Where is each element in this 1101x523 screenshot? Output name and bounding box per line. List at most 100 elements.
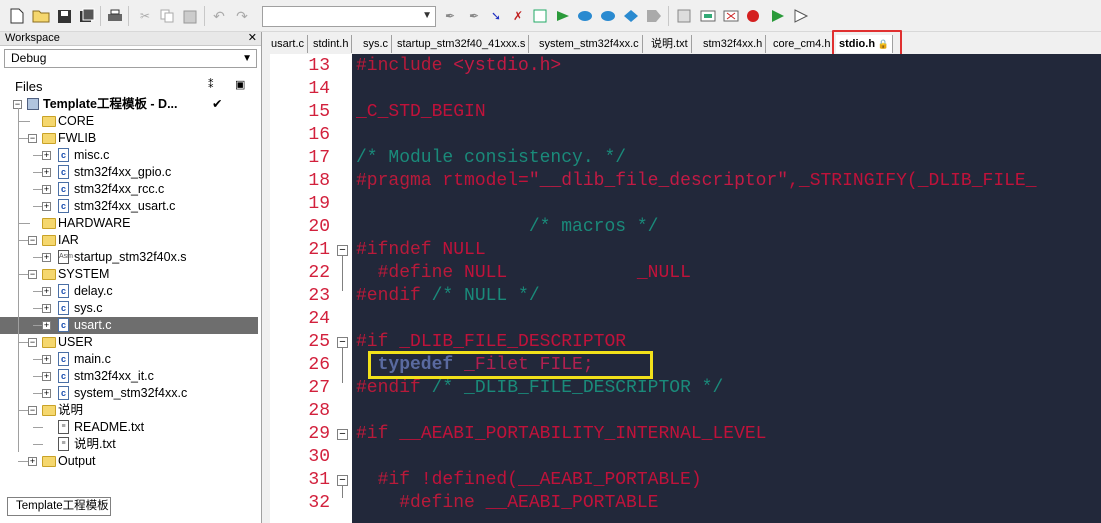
close-icon[interactable]: ✕ <box>248 32 257 45</box>
tree-file[interactable]: + c stm32f4xx_gpio.c <box>0 164 258 181</box>
expand-icon[interactable]: + <box>28 457 37 466</box>
text-file-icon: ≡ <box>58 420 69 434</box>
tab-6[interactable]: 说明.txt <box>648 35 692 53</box>
tree-file[interactable]: + c delay.c <box>0 283 258 300</box>
collapse-icon[interactable]: − <box>28 236 37 245</box>
chevron-down-icon[interactable]: ▼ <box>422 10 432 21</box>
column-options-icon[interactable]: ⁑ <box>208 78 214 91</box>
expand-icon[interactable]: + <box>42 185 51 194</box>
next-icon[interactable] <box>554 7 572 25</box>
tree-folder[interactable]: − FWLIB <box>0 130 258 147</box>
expand-icon[interactable]: + <box>42 151 51 160</box>
tree-folder[interactable]: − 说明 <box>0 402 258 419</box>
c-file-icon: c <box>58 199 69 213</box>
column-config-icon[interactable]: ▣ <box>235 78 245 91</box>
tab-3[interactable]: sys.c <box>360 35 393 53</box>
tree-file[interactable]: ≡ 说明.txt <box>0 436 258 453</box>
expand-icon[interactable]: + <box>42 287 51 296</box>
tab-2[interactable]: stdint.h <box>310 35 353 53</box>
tab-8[interactable]: core_cm4.h <box>770 35 835 53</box>
redo-icon[interactable]: ↷ <box>233 7 251 25</box>
chevron-down-icon[interactable]: ▼ <box>242 50 252 67</box>
line-number: 24 <box>308 309 330 329</box>
collapse-icon[interactable]: − <box>28 338 37 347</box>
asm-file-icon: Asm <box>58 250 73 264</box>
fold-icon[interactable]: − <box>337 475 348 486</box>
tree-file[interactable]: + c misc.c <box>0 147 258 164</box>
tree-folder[interactable]: − IAR <box>0 232 258 249</box>
configuration-select[interactable]: Debug ▼ <box>4 49 257 68</box>
tree-file[interactable]: + c sys.c <box>0 300 258 317</box>
expand-icon[interactable]: + <box>42 389 51 398</box>
fold-icon[interactable]: − <box>337 245 348 256</box>
fold-icon[interactable]: − <box>337 429 348 440</box>
tab-label: stdint.h <box>313 38 349 50</box>
undo-icon[interactable]: ↶ <box>210 7 228 25</box>
bookmark-prev-icon[interactable]: ➘ <box>487 7 505 25</box>
tree-folder[interactable]: + Output <box>0 453 258 470</box>
folder-icon <box>42 133 56 144</box>
code-line: /* macros */ <box>356 216 659 239</box>
expand-icon[interactable]: + <box>42 202 51 211</box>
tree-project[interactable]: − Template工程模板 - D... ✔ <box>0 96 258 113</box>
tree-folder[interactable]: HARDWARE <box>0 215 258 232</box>
find-prev-icon[interactable] <box>576 7 594 25</box>
rebuild-icon[interactable] <box>722 7 740 25</box>
paste-icon[interactable] <box>181 7 199 25</box>
tree-file[interactable]: ≡ README.txt <box>0 419 258 436</box>
tree-file[interactable]: + Asm startup_stm32f40x.s <box>0 249 258 266</box>
expand-icon[interactable]: + <box>42 304 51 313</box>
workspace-tab[interactable]: Template工程模板 <box>7 497 111 516</box>
folder-icon <box>42 269 56 280</box>
navigate-icon[interactable] <box>622 7 640 25</box>
new-file-icon[interactable] <box>8 7 26 25</box>
tree-item-label: 说明.txt <box>74 437 116 451</box>
bookmark-clear-icon[interactable]: ✗ <box>509 7 527 25</box>
tree-folder[interactable]: − USER <box>0 334 258 351</box>
tab-5[interactable]: system_stm32f4xx.c <box>536 35 643 53</box>
tab-1[interactable]: usart.c <box>268 35 309 53</box>
open-folder-icon[interactable] <box>32 7 50 25</box>
tree-folder[interactable]: − SYSTEM <box>0 266 258 283</box>
compile-icon[interactable] <box>675 7 693 25</box>
tree-file[interactable]: + c system_stm32f4xx.c <box>0 385 258 402</box>
expand-icon[interactable]: + <box>42 168 51 177</box>
expand-icon[interactable]: + <box>42 372 51 381</box>
bookmark-toggle-icon[interactable]: ✒ <box>441 7 459 25</box>
tree-file[interactable]: + c stm32f4xx_rcc.c <box>0 181 258 198</box>
save-icon[interactable] <box>55 7 73 25</box>
go-to-line-icon[interactable] <box>531 7 549 25</box>
bookmark-next-icon[interactable]: ✒ <box>465 7 483 25</box>
tree-file[interactable]: + c main.c <box>0 351 258 368</box>
code-token: #endif <box>356 286 432 306</box>
print-icon[interactable] <box>106 7 124 25</box>
tree-file[interactable]: + c usart.c <box>0 317 258 334</box>
cut-icon[interactable]: ✂ <box>136 7 154 25</box>
expand-icon[interactable]: + <box>42 321 51 330</box>
folder-icon <box>42 235 56 246</box>
folder-icon <box>42 218 56 229</box>
fold-icon[interactable]: − <box>337 337 348 348</box>
debug-download-icon[interactable] <box>769 7 787 25</box>
debug-no-download-icon[interactable] <box>792 7 810 25</box>
expand-icon[interactable]: + <box>42 355 51 364</box>
save-all-icon[interactable] <box>78 7 96 25</box>
copy-icon[interactable] <box>158 7 176 25</box>
code-editor[interactable]: 13 #include <ystdio.h> 14 15 _C_STD_BEGIN 16 1… <box>270 54 1101 523</box>
find-combo[interactable]: ▼ <box>262 6 436 27</box>
tree-file[interactable]: + c stm32f4xx_usart.c <box>0 198 258 215</box>
make-icon[interactable] <box>699 7 717 25</box>
tab-7[interactable]: stm32f4xx.h <box>700 35 767 53</box>
tree-folder[interactable]: CORE <box>0 113 258 130</box>
navigate-forward-icon[interactable] <box>645 7 663 25</box>
line-number: 31 <box>308 470 330 490</box>
collapse-icon[interactable]: − <box>28 270 37 279</box>
tree-item-label: IAR <box>58 233 79 247</box>
stop-build-icon[interactable] <box>744 7 762 25</box>
collapse-icon[interactable]: − <box>28 406 37 415</box>
tab-4[interactable]: startup_stm32f40_41xxx.s <box>394 35 530 53</box>
find-next-icon[interactable] <box>599 7 617 25</box>
tree-file[interactable]: + c stm32f4xx_it.c <box>0 368 258 385</box>
collapse-icon[interactable]: − <box>28 134 37 143</box>
expand-icon[interactable]: + <box>42 253 51 262</box>
